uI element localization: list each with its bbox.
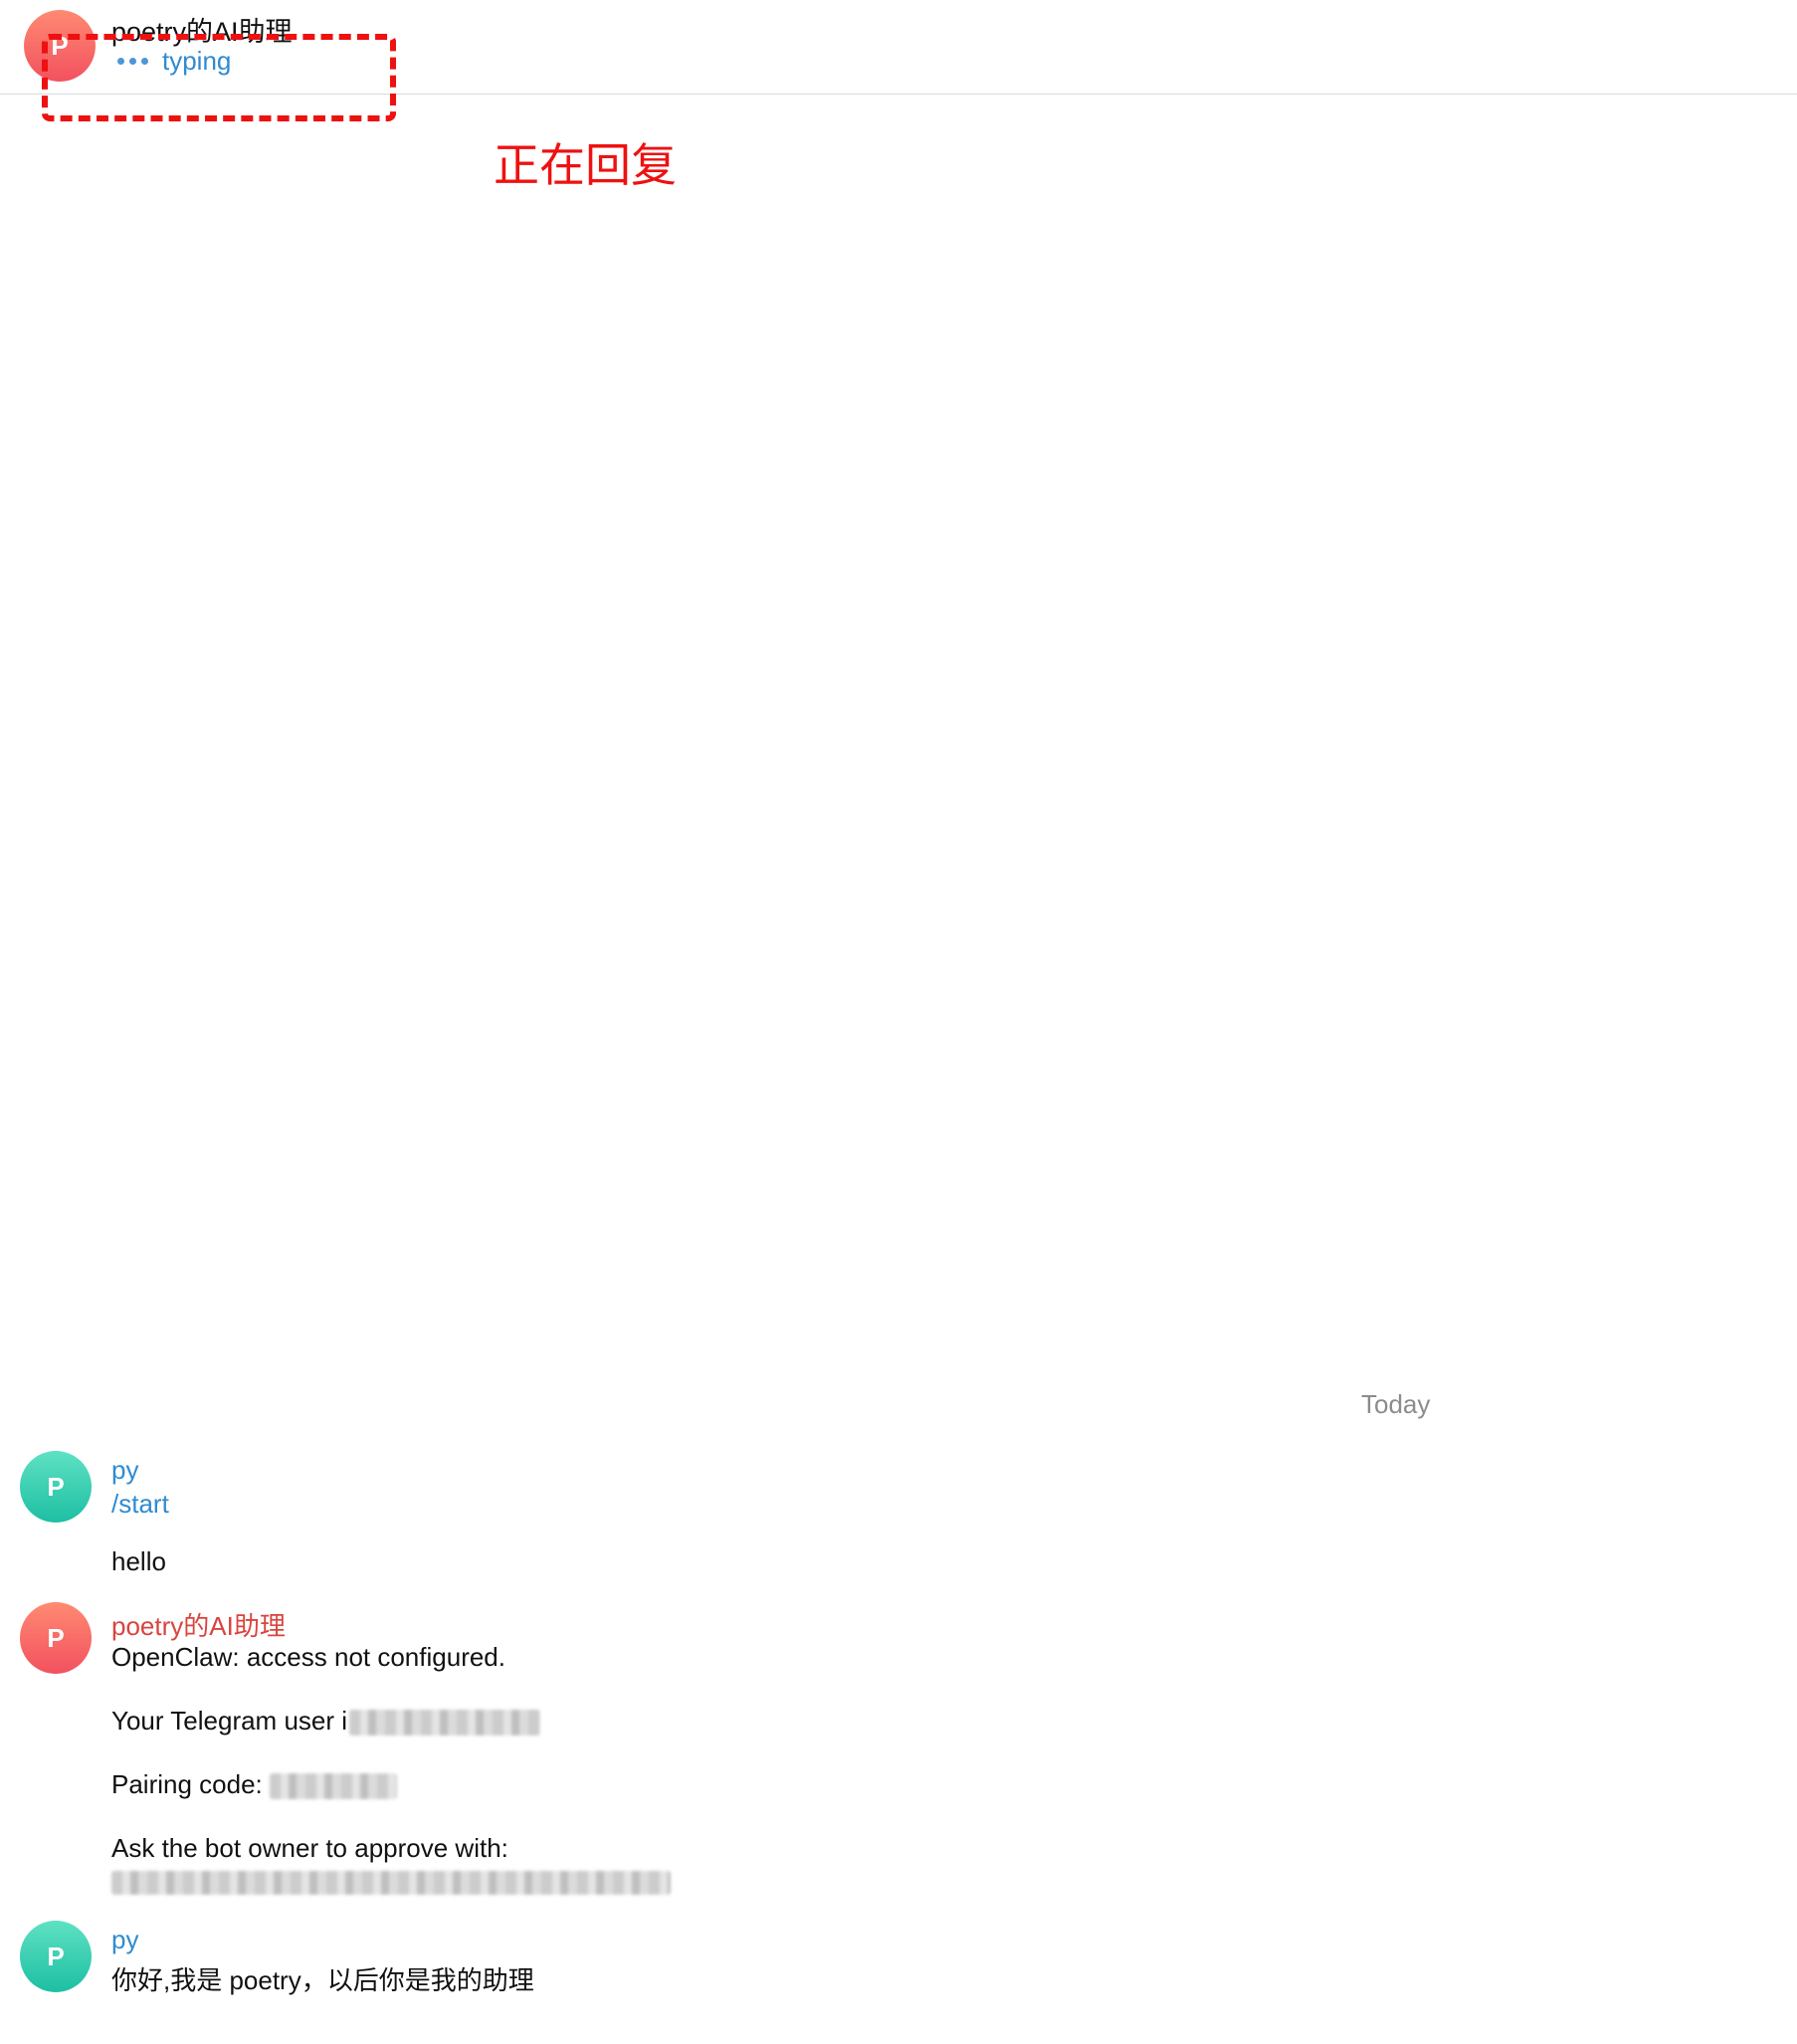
message-sender[interactable]: poetry的AI助理 (111, 1606, 286, 1643)
message-sender[interactable]: py (111, 1455, 138, 1486)
date-separator: Today (1361, 1389, 1431, 1419)
user-avatar[interactable]: P (20, 1921, 92, 1992)
message-text-pairing: Pairing code: (111, 1769, 397, 1800)
message-sender[interactable]: py (111, 1925, 138, 1955)
redacted-pairing-code (269, 1773, 397, 1800)
user-avatar[interactable]: P (20, 1451, 92, 1523)
redacted-user-id (349, 1710, 541, 1737)
message-text-user-id: Your Telegram user i (111, 1706, 541, 1737)
message-text: hello (111, 1546, 166, 1576)
message-text: 你好,我是 poetry，以后你是我的助理 (111, 1965, 534, 1995)
message-text: OpenClaw: access not configured. (111, 1642, 505, 1672)
annotation-label: 正在回复 (494, 139, 677, 191)
command-link[interactable]: /start (111, 1489, 169, 1520)
redacted-approve-command (111, 1871, 671, 1895)
user-id-label: Your Telegram user i (111, 1706, 348, 1736)
annotation-box (42, 34, 396, 121)
pairing-label: Pairing code: (111, 1769, 270, 1799)
message-text-approve: Ask the bot owner to approve with: (111, 1833, 508, 1863)
bot-avatar[interactable]: P (20, 1602, 92, 1674)
